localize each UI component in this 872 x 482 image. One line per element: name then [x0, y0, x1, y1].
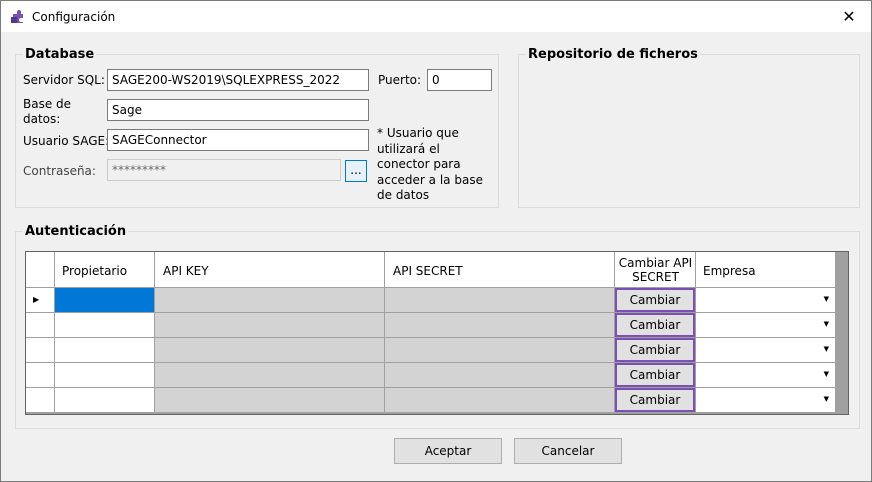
change-secret-cell: Cambiar	[615, 288, 696, 313]
api-key-cell[interactable]	[155, 388, 385, 413]
owner-cell[interactable]	[55, 288, 155, 313]
owner-cell[interactable]	[55, 363, 155, 388]
row-header[interactable]	[26, 388, 55, 413]
row-header[interactable]	[26, 338, 55, 363]
user-note: * Usuario que utilizará el conector para…	[377, 126, 483, 202]
column-header-change-secret[interactable]: Cambiar API SECRET	[615, 252, 696, 288]
change-secret-button[interactable]: Cambiar	[615, 313, 695, 337]
owner-cell[interactable]	[55, 338, 155, 363]
change-secret-button[interactable]: Cambiar	[615, 338, 695, 362]
dropdown-arrow-icon[interactable]: ▼	[824, 345, 829, 353]
change-secret-cell: Cambiar	[615, 363, 696, 388]
database-label: Base de datos:	[23, 97, 72, 126]
company-combo[interactable]: ▼	[696, 338, 836, 363]
company-combo[interactable]: ▼	[696, 288, 836, 313]
password-input[interactable]: *********	[107, 159, 341, 181]
user-input[interactable]: SAGEConnector	[107, 129, 369, 151]
row-header[interactable]	[26, 363, 55, 388]
window-title: Configuración	[32, 10, 116, 24]
current-row-icon: ▶	[33, 295, 40, 304]
accept-button[interactable]: Aceptar	[394, 438, 502, 464]
api-secret-cell[interactable]	[385, 388, 615, 413]
row-header[interactable]	[26, 313, 55, 338]
api-key-cell[interactable]	[155, 338, 385, 363]
auth-group-title: Autenticación	[23, 224, 129, 239]
user-label: Usuario SAGE:	[23, 134, 110, 148]
api-secret-cell[interactable]	[385, 313, 615, 338]
owner-cell[interactable]	[55, 388, 155, 413]
change-secret-cell: Cambiar	[615, 338, 696, 363]
row-header-corner	[26, 252, 55, 288]
database-group-title: Database	[23, 47, 97, 62]
title-bar: Configuración ✕	[1, 1, 871, 32]
server-input[interactable]: SAGE200-WS2019\SQLEXPRESS_2022	[107, 69, 369, 91]
puzzle-icon	[11, 10, 23, 23]
dropdown-arrow-icon[interactable]: ▼	[824, 320, 829, 328]
company-combo[interactable]: ▼	[696, 313, 836, 338]
column-header-owner[interactable]: Propietario	[55, 252, 155, 288]
change-secret-button[interactable]: Cambiar	[615, 388, 695, 412]
column-header-company[interactable]: Empresa	[696, 252, 836, 288]
api-secret-cell[interactable]	[385, 288, 615, 313]
api-key-cell[interactable]	[155, 288, 385, 313]
port-label: Puerto:	[378, 73, 422, 87]
api-key-cell[interactable]	[155, 313, 385, 338]
port-input[interactable]: 0	[427, 69, 492, 91]
column-header-api-key[interactable]: API KEY	[155, 252, 385, 288]
dropdown-arrow-icon[interactable]: ▼	[824, 395, 829, 403]
dropdown-arrow-icon[interactable]: ▼	[824, 370, 829, 378]
database-input[interactable]: Sage	[107, 99, 369, 121]
close-button[interactable]: ✕	[827, 1, 871, 32]
api-key-cell[interactable]	[155, 363, 385, 388]
company-combo[interactable]: ▼	[696, 388, 836, 413]
config-window: Configuración ✕ Database Servidor SQL: S…	[0, 0, 872, 482]
password-label: Contraseña:	[23, 164, 96, 178]
repository-group	[518, 54, 860, 208]
change-secret-cell: Cambiar	[615, 388, 696, 413]
auth-grid: Propietario API KEY API SECRET Cambiar A…	[25, 251, 849, 415]
repository-group-title: Repositorio de ficheros	[526, 47, 700, 62]
api-secret-cell[interactable]	[385, 363, 615, 388]
cancel-button[interactable]: Cancelar	[514, 438, 622, 464]
row-header[interactable]: ▶	[26, 288, 55, 313]
api-secret-cell[interactable]	[385, 338, 615, 363]
column-header-api-secret[interactable]: API SECRET	[385, 252, 615, 288]
dropdown-arrow-icon[interactable]: ▼	[824, 295, 829, 303]
owner-cell[interactable]	[55, 313, 155, 338]
change-secret-button[interactable]: Cambiar	[615, 363, 695, 387]
change-secret-cell: Cambiar	[615, 313, 696, 338]
browse-button[interactable]: ...	[345, 160, 367, 182]
change-secret-button[interactable]: Cambiar	[615, 288, 695, 312]
company-combo[interactable]: ▼	[696, 363, 836, 388]
server-label: Servidor SQL:	[23, 73, 105, 87]
